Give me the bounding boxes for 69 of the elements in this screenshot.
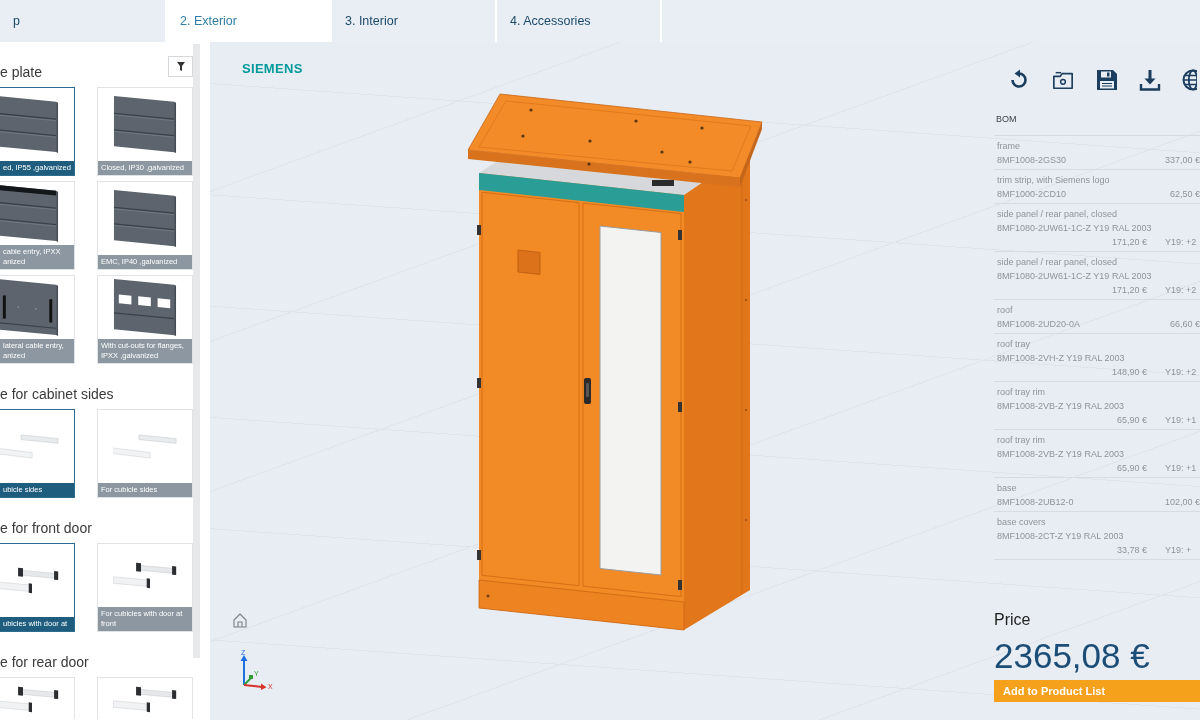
bom-item-price: 171,20 € (1111, 283, 1147, 297)
plate-drawing (113, 189, 177, 248)
strip-drawing (113, 686, 177, 713)
bom-item-price: 33,78 € (1116, 543, 1147, 557)
bom-item-name: roof tray rim (997, 433, 1046, 447)
bom-item-surcharge: Y19: + (1165, 543, 1193, 557)
strip-drawing (0, 434, 59, 459)
axis-triad-icon (240, 655, 267, 690)
bom-item-surcharge: Y19: +2 (1165, 365, 1198, 379)
add-to-product-list-button[interactable]: Add to Product List (994, 680, 1200, 702)
funnel-icon (176, 61, 185, 71)
bom-item-name: roof tray rim (997, 385, 1046, 399)
bom-item-name: trim strip, with Siemens logo (997, 173, 1111, 187)
bom-item-name: frame (997, 139, 1021, 153)
bom-item-code: 8MF1000-2CD10 (997, 187, 1067, 201)
strip-drawing (0, 567, 59, 594)
bom-item-code: 8MF1008-2VB-Z Y19 RAL 2003 (997, 447, 1125, 461)
section-heading: e for rear door (0, 654, 89, 670)
option-card[interactable] (97, 677, 193, 719)
bom-item-price: 66,60 € (1169, 317, 1200, 331)
bom-item-code: 8MF1008-2UB12-0 (997, 495, 1074, 509)
bom-item-surcharge: Y19: +2 (1165, 283, 1198, 297)
price-label: Price (994, 610, 1031, 630)
bom-item-name: base covers (997, 515, 1047, 529)
strip-drawing (113, 434, 177, 459)
bom-item-code: 8MF1080-2UW61-1C-Z Y19 RAL 2003 (997, 269, 1152, 283)
plate-drawing (0, 95, 59, 154)
bom-item-name: side panel / rear panel, closed (997, 207, 1119, 221)
plate-drawing (113, 278, 177, 337)
option-card[interactable] (0, 677, 75, 719)
bom-item-name: side panel / rear panel, closed (997, 255, 1119, 269)
download-icon[interactable] (1139, 69, 1161, 91)
logo: SIEMENS (242, 62, 303, 75)
section-heading: e for front door (0, 520, 92, 536)
bom-item-code: 8MF1008-2VH-Z Y19 RAL 2003 (997, 351, 1125, 365)
bom-item-surcharge: Y19: +2 (1165, 235, 1198, 249)
price-amount: 2365,08 € (994, 636, 1150, 676)
bom-item-price: 62,50 € (1169, 187, 1200, 201)
bom-item-price: 65,90 € (1116, 413, 1147, 427)
circular-arrow-icon[interactable] (1008, 69, 1030, 91)
section-heading: e for cabinet sides (0, 386, 114, 402)
bom-item-name: roof tray (997, 337, 1031, 351)
bom-item-price: 65,90 € (1116, 461, 1147, 475)
globe-icon[interactable] (1182, 69, 1197, 91)
bom-item-price: 102,00 € (1164, 495, 1200, 509)
bom-item-price: 148,90 € (1111, 365, 1147, 379)
bom-item-name: roof (997, 303, 1014, 317)
plate-drawing (113, 95, 177, 154)
tab[interactable]: 2. Exterior (167, 0, 332, 42)
bom-item-name: base (997, 481, 1018, 495)
strip-drawing (113, 562, 177, 589)
bom-item-code: 8MF1008-2CT-Z Y19 RAL 2003 (997, 529, 1124, 543)
bom-item-surcharge: Y19: +1 (1165, 461, 1198, 475)
plate-drawing (0, 184, 59, 243)
bom-item-code: 8MF1008-2VB-Z Y19 RAL 2003 (997, 399, 1125, 413)
bom-item-price: 171,20 € (1111, 235, 1147, 249)
bom-item-surcharge: Y19: +1 (1165, 413, 1198, 427)
home-icon[interactable] (233, 613, 247, 628)
bom-item-code: 8MF1008-2UD20-0A (997, 317, 1081, 331)
bom-item-code: 8MF1008-2GS30 (997, 153, 1067, 167)
save-icon[interactable] (1096, 69, 1118, 91)
folder-icon[interactable] (1051, 69, 1075, 91)
filter-button[interactable] (168, 55, 193, 77)
strip-drawing (0, 686, 59, 713)
plate-drawing (0, 278, 59, 337)
section-heading: e plate (0, 64, 43, 80)
bom-item-price: 337,00 € (1164, 153, 1200, 167)
bom-item-code: 8MF1080-2UW61-1C-Z Y19 RAL 2003 (997, 221, 1152, 235)
bom-title: BOM (994, 112, 1200, 136)
